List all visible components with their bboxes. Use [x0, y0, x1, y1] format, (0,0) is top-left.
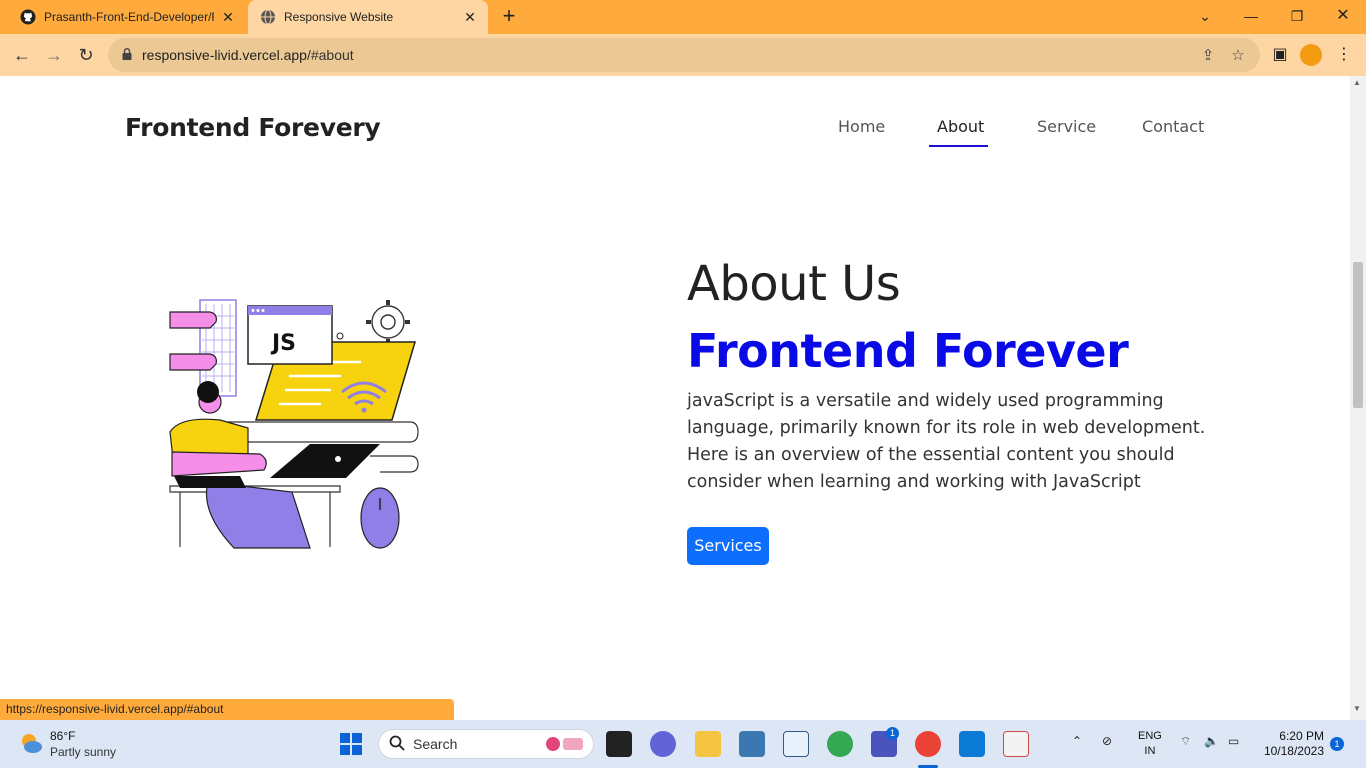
reload-button[interactable]: ↻ — [74, 43, 98, 67]
tab-responsive-website[interactable]: Responsive Website ✕ — [248, 0, 488, 34]
onedrive-offline-icon[interactable]: ⊘ — [1102, 734, 1112, 748]
restore-icon[interactable]: ❐ — [1282, 5, 1312, 27]
language-indicator[interactable]: ENG IN — [1138, 729, 1162, 759]
python-icon[interactable] — [739, 731, 765, 757]
new-tab-button[interactable]: + — [498, 5, 520, 28]
url-text: responsive-livid.vercel.app/#about — [142, 47, 354, 63]
scrollbar-thumb[interactable] — [1353, 262, 1363, 408]
system-clock[interactable]: 6:20 PM 10/18/2023 — [1256, 729, 1324, 759]
tab-title: Prasanth-Front-End-Developer/F — [44, 10, 214, 24]
vscode-icon[interactable] — [959, 731, 985, 757]
nav-home[interactable]: Home — [838, 117, 885, 136]
developer-illustration: JS — [169, 299, 419, 549]
site-brand[interactable]: Frontend Forevery — [125, 113, 381, 142]
minimize-icon[interactable]: — — [1236, 5, 1266, 27]
web-page: Frontend Forevery Home About Service Con… — [0, 76, 1350, 720]
file-explorer-icon[interactable] — [695, 731, 721, 757]
mysql-workbench-icon[interactable] — [783, 731, 809, 757]
profile-avatar[interactable] — [1300, 44, 1322, 66]
chrome-icon[interactable] — [827, 731, 853, 757]
taskbar-search-box[interactable]: Search — [378, 729, 594, 759]
browser-tab-bar: Prasanth-Front-End-Developer/F ✕ Respons… — [0, 0, 1366, 34]
about-paragraph: javaScript is a versatile and widely use… — [687, 391, 1206, 492]
search-highlight-icon — [546, 737, 583, 751]
nav-contact[interactable]: Contact — [1142, 117, 1204, 136]
side-panel-icon[interactable]: ▣ — [1268, 43, 1292, 67]
lock-icon — [122, 48, 132, 60]
partly-sunny-icon[interactable] — [18, 730, 44, 756]
bookmark-star-icon[interactable]: ☆ — [1228, 46, 1248, 66]
snipping-tool-icon[interactable] — [1003, 731, 1029, 757]
forward-button[interactable]: → — [42, 43, 66, 67]
nav-about[interactable]: About — [937, 117, 984, 136]
volume-icon[interactable]: 🔈 — [1204, 734, 1219, 748]
about-heading: About Us — [687, 256, 901, 312]
windows-start-icon[interactable] — [340, 733, 362, 755]
battery-icon[interactable]: ▭ — [1228, 734, 1239, 748]
window-close-icon[interactable]: ✕ — [1328, 5, 1358, 27]
close-tab-icon[interactable]: ✕ — [462, 9, 478, 25]
menu-kebab-icon[interactable]: ⋮ — [1332, 43, 1356, 67]
notification-badge[interactable]: 1 — [1330, 737, 1344, 751]
illustration-js-text: JS — [270, 331, 296, 356]
tab-title: Responsive Website — [284, 10, 394, 24]
search-label: Search — [413, 736, 458, 752]
tab-github[interactable]: Prasanth-Front-End-Developer/F ✕ — [8, 0, 246, 34]
services-button[interactable]: Services — [687, 527, 769, 565]
tab-search-chevron-icon[interactable]: ⌄ — [1190, 5, 1220, 27]
wifi-icon[interactable]: ⌔ — [1180, 734, 1191, 749]
weather-temperature[interactable]: 86°F — [50, 729, 75, 743]
address-bar[interactable]: responsive-livid.vercel.app/#about ⇪ ☆ — [108, 38, 1260, 72]
teams-badge: 1 — [886, 727, 899, 740]
link-status-bar: https://responsive-livid.vercel.app/#abo… — [0, 699, 454, 720]
about-subheading: Frontend Forever — [687, 324, 1129, 378]
active-nav-underline — [929, 145, 988, 147]
github-icon — [20, 9, 36, 25]
chrome-active-icon[interactable] — [915, 731, 941, 757]
scroll-down-arrow-icon[interactable]: ▼ — [1353, 704, 1361, 713]
back-button[interactable]: ← — [10, 43, 34, 67]
nav-service[interactable]: Service — [1037, 117, 1096, 136]
tray-chevron-icon[interactable]: ⌃ — [1072, 734, 1082, 748]
browser-toolbar: ← → ↻ responsive-livid.vercel.app/#about… — [0, 34, 1366, 76]
share-icon[interactable]: ⇪ — [1198, 46, 1218, 66]
close-tab-icon[interactable]: ✕ — [220, 9, 236, 25]
search-icon — [389, 735, 405, 751]
teams-chat-icon[interactable] — [650, 731, 676, 757]
windows-taskbar: 86°F Partly sunny Search 1 ⌃ ⊘ ENG IN ⌔ 🔈… — [0, 720, 1366, 768]
globe-icon — [261, 9, 275, 25]
task-view-icon[interactable] — [606, 731, 632, 757]
scroll-up-arrow-icon[interactable]: ▲ — [1353, 78, 1361, 87]
weather-description[interactable]: Partly sunny — [50, 745, 116, 759]
page-scrollbar[interactable]: ▲ ▼ — [1350, 76, 1366, 720]
